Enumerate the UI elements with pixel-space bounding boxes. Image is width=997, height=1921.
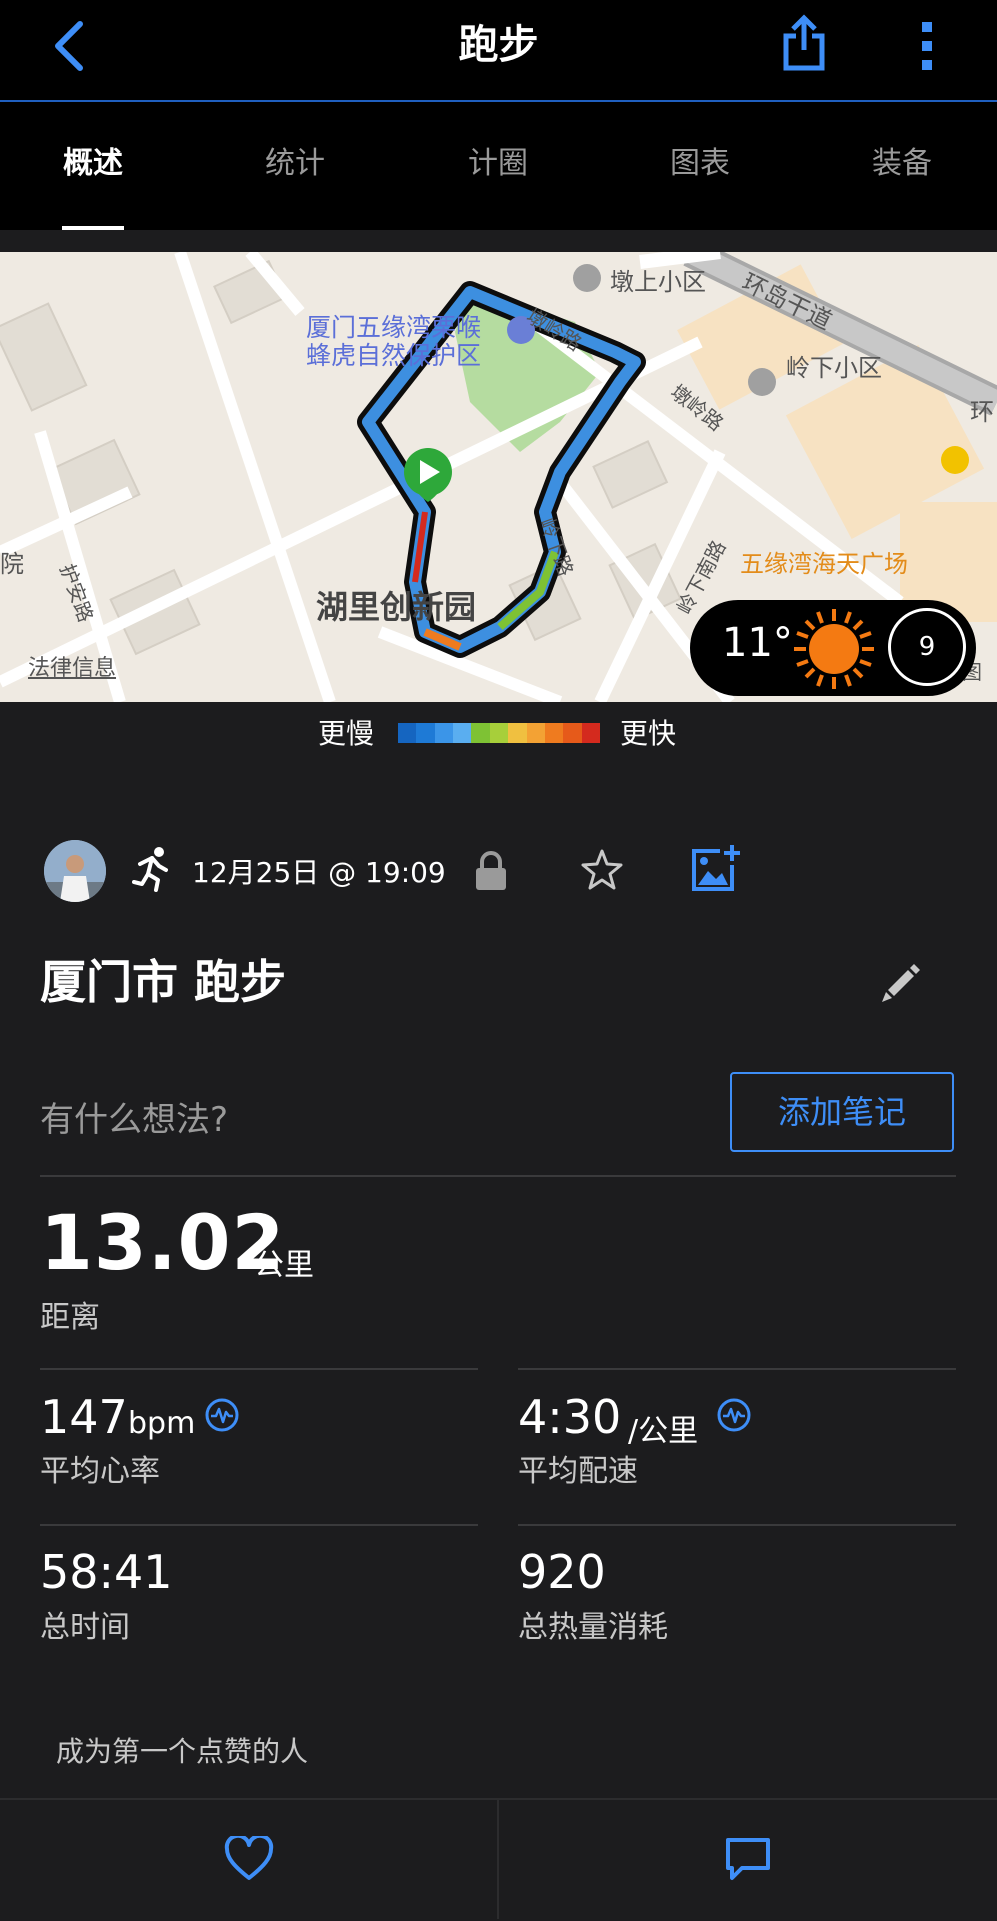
tabs-spacer [0,230,997,252]
pace-fast-label: 更快 [620,717,677,750]
divider [518,1368,956,1370]
activity-title: 厦门市 跑步 [40,955,287,1009]
add-note-button[interactable]: 添加笔记 [730,1072,954,1152]
avatar[interactable] [44,840,106,902]
pace-color-scale [398,723,600,743]
divider [40,1524,478,1526]
avg-hr-unit: bpm [128,1406,196,1441]
map-label-reserve-2: 蜂虎自然保护区 [306,341,482,370]
heart-rate-sensor-icon[interactable] [204,1397,240,1433]
pace-color-swatch [526,723,545,743]
distance-value: 13.02 [40,1198,286,1287]
avg-hr-value: 147 [40,1390,128,1444]
tab-bar: 概述 统计 计圈 图表 装备 [0,102,997,230]
total-time-value: 58:41 [40,1545,173,1599]
running-icon [132,846,172,892]
avg-hr-label: 平均心率 [40,1454,160,1489]
map-label-huan: 环 [970,398,994,426]
comment-icon[interactable] [724,1836,772,1882]
calories-value: 920 [518,1545,606,1599]
tab-overview[interactable]: 概述 [3,102,183,230]
map-label-huli-park: 湖里创新园 [316,588,477,626]
star-icon[interactable] [580,848,624,892]
pace-slow-label: 更慢 [318,717,375,750]
calories-label: 总热量消耗 [518,1610,668,1645]
pace-color-swatch [581,723,600,743]
activity-datetime: 12月25日 @ 19:09 [192,856,446,889]
pace-color-swatch [544,723,564,743]
total-time-label: 总时间 [40,1610,130,1645]
map-label-left-edge: 院 [0,550,24,578]
pace-color-swatch [398,723,417,743]
thoughts-prompt[interactable]: 有什么想法? [40,1092,228,1141]
lock-icon [474,850,508,892]
share-icon[interactable] [780,14,828,74]
pace-color-swatch [508,723,527,743]
tab-gear[interactable]: 装备 [812,102,992,230]
kudos-prompt: 成为第一个点赞的人 [56,1735,309,1768]
legal-info-link[interactable]: 法律信息 [28,650,116,682]
pencil-edit-icon[interactable] [878,960,924,1006]
pace-color-swatch [453,723,472,743]
pace-color-swatch [563,723,582,743]
divider [40,1175,956,1177]
pace-sensor-icon[interactable] [716,1397,752,1433]
tab-stats[interactable]: 统计 [205,102,385,230]
more-options-icon[interactable] [910,18,944,74]
distance-label: 距离 [40,1300,100,1335]
sun-icon [792,607,876,691]
heart-icon[interactable] [224,1833,274,1882]
tab-charts[interactable]: 图表 [610,102,790,230]
pace-color-swatch [471,723,490,743]
avg-pace-unit: /公里 [628,1414,699,1449]
bottom-bar-separator [497,1800,499,1919]
wind-speed-indicator: 9 [888,608,966,686]
pace-color-swatch [489,723,509,743]
tab-laps[interactable]: 计圈 [408,102,588,230]
distance-unit: 公里 [254,1248,314,1283]
avg-pace-label: 平均配速 [518,1454,638,1489]
pace-color-swatch [416,723,435,743]
divider [518,1524,956,1526]
temperature: 11° [722,620,793,666]
map-label-dunshang: 墩上小区 [610,268,706,296]
divider [40,1368,478,1370]
pace-color-swatch [434,723,454,743]
add-photo-icon[interactable] [690,843,742,893]
avg-pace-value: 4:30 [518,1390,622,1444]
map-label-plaza: 五缘湾海天广场 [740,550,908,578]
page-title: 跑步 [458,22,539,68]
map-label-lingxia: 岭下小区 [786,354,882,382]
